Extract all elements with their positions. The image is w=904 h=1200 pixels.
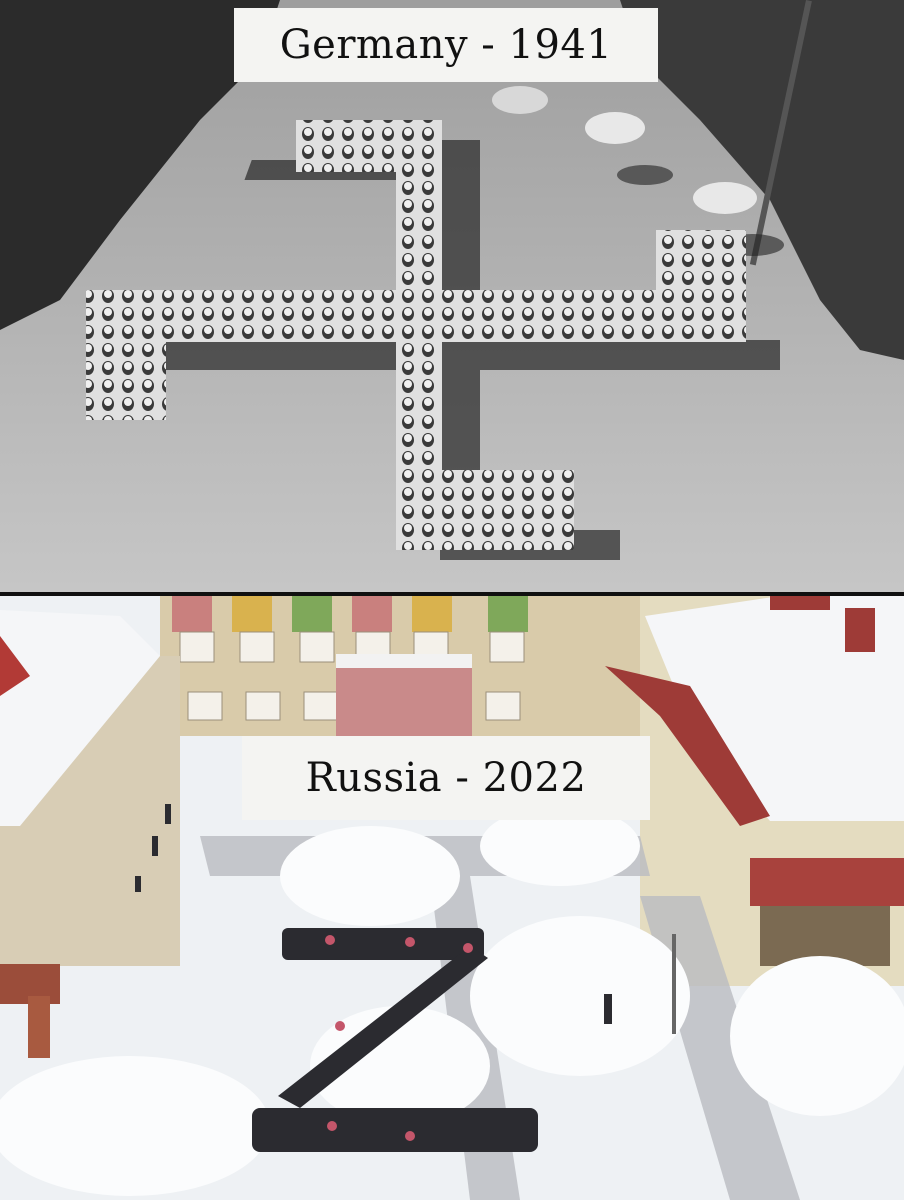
bottom-photo	[0, 596, 904, 1200]
rear-building	[160, 596, 660, 736]
top-photo	[0, 0, 904, 592]
sign-post	[28, 996, 50, 1058]
bottom-photo-panel: Russia - 2022	[0, 596, 904, 1200]
left-building	[0, 610, 180, 1004]
car	[492, 86, 548, 114]
top-photo-panel: Germany - 1941	[0, 0, 904, 592]
umbrella-1	[585, 112, 645, 144]
comparison-image: Germany - 1941 Russia - 2022	[0, 0, 904, 1200]
caption-bottom: Russia - 2022	[242, 736, 650, 820]
umbrella-2	[693, 182, 757, 214]
caption-top: Germany - 1941	[234, 8, 658, 82]
lamp-post	[672, 934, 676, 1034]
